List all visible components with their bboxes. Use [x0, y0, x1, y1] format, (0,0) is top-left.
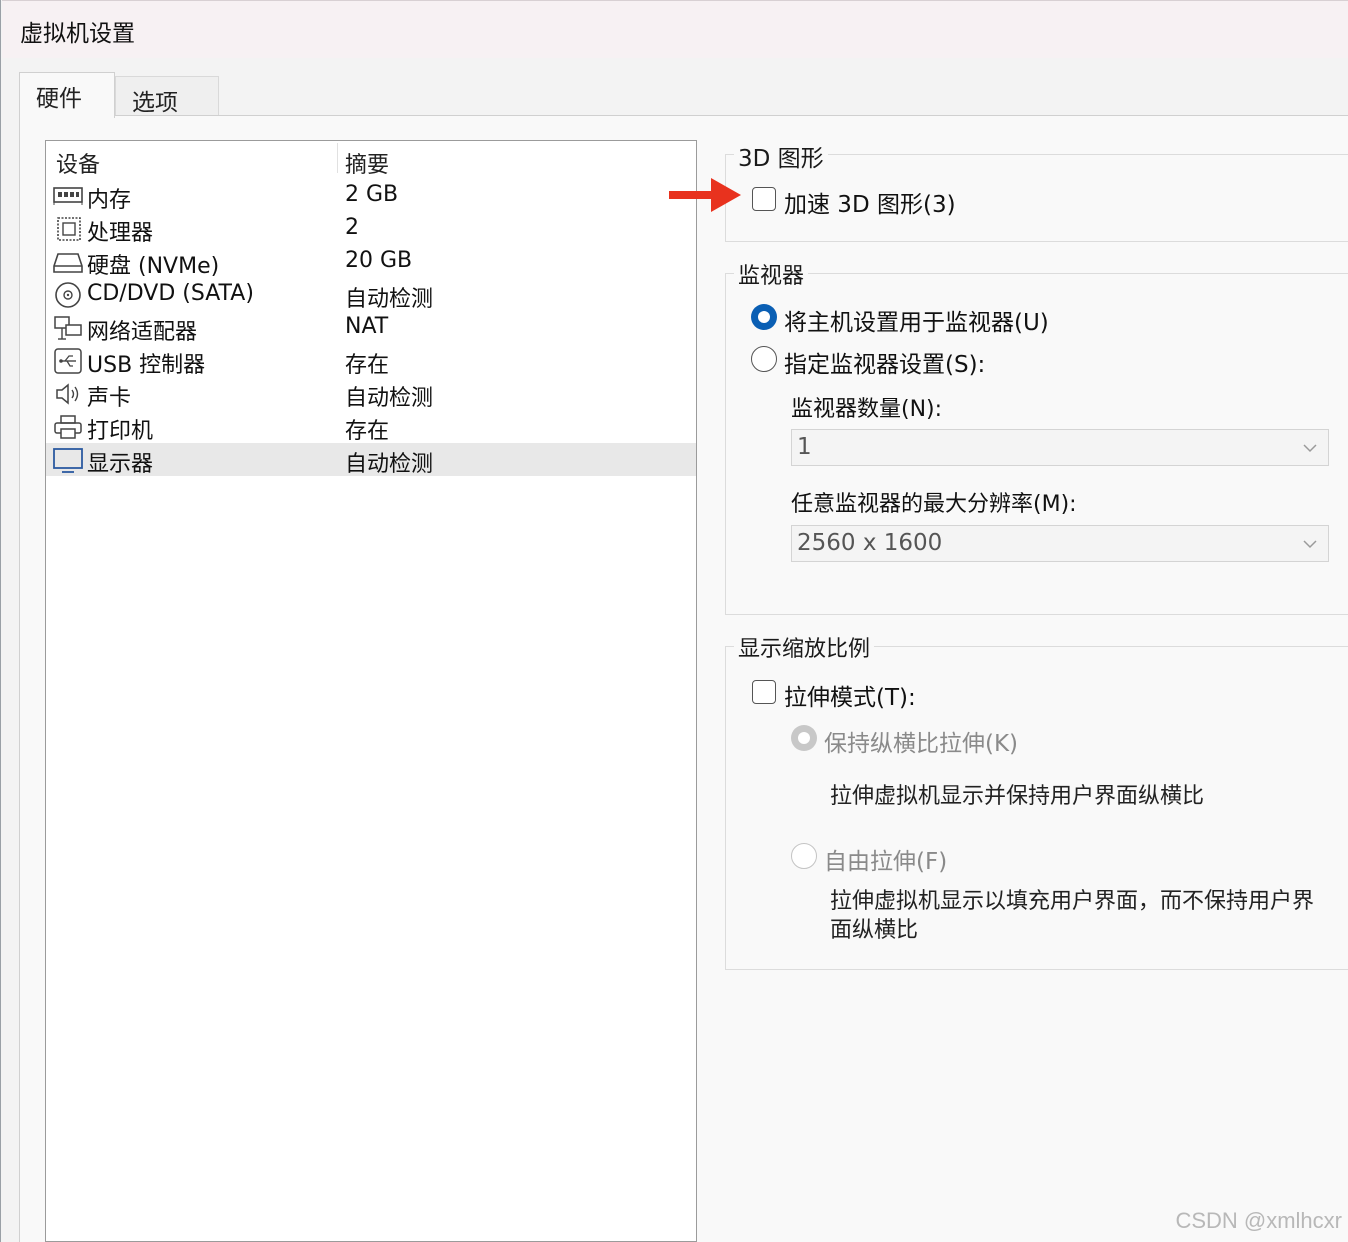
- device-name: 内存: [87, 188, 132, 213]
- network-adapter-icon: [52, 314, 84, 342]
- title-bar: 虚拟机设置: [2, 0, 1348, 58]
- column-divider[interactable]: [337, 143, 338, 173]
- monitor-count-select[interactable]: 1: [791, 429, 1329, 466]
- list-header: 设备 摘要: [46, 141, 696, 179]
- device-summary: 自动检测: [345, 452, 434, 477]
- device-name: 网络适配器: [87, 320, 198, 345]
- device-name: 声卡: [87, 386, 132, 411]
- device-name: CD/DVD (SATA): [87, 281, 254, 306]
- free-stretch-description: 拉伸虚拟机显示以填充用户界面，而不保持用户界面纵横比: [830, 889, 1315, 943]
- group-title-monitor: 监视器: [734, 258, 809, 290]
- device-row-memory[interactable]: 内存 2 GB: [46, 179, 696, 213]
- device-summary: 存在: [345, 419, 390, 444]
- max-resolution-value: 2560 x 1600: [797, 530, 943, 556]
- memory-icon: [52, 182, 84, 210]
- sound-card-icon: [52, 380, 84, 408]
- use-host-monitor-radio[interactable]: [751, 304, 777, 330]
- group-3d-graphics: 3D 图形 加速 3D 图形(3): [725, 139, 1348, 242]
- tab-options[interactable]: 选项: [115, 76, 219, 116]
- device-summary: 自动检测: [345, 386, 434, 411]
- device-row-usb-controller[interactable]: USB 控制器 存在: [46, 344, 696, 378]
- keep-aspect-description: 拉伸虚拟机显示并保持用户界面纵横比: [830, 784, 1205, 809]
- tab-hardware[interactable]: 硬件: [19, 72, 115, 118]
- column-header-summary[interactable]: 摘要: [345, 147, 389, 179]
- device-summary: 存在: [345, 353, 390, 378]
- annotation-arrow-icon: [669, 178, 741, 212]
- device-name: 处理器: [87, 221, 154, 246]
- specify-monitor-radio[interactable]: [751, 346, 777, 372]
- accelerate-3d-checkbox[interactable]: [752, 187, 776, 211]
- device-row-sound-card[interactable]: 声卡 自动检测: [46, 377, 696, 411]
- hard-disk-icon: [52, 248, 84, 276]
- usb-controller-icon: [52, 347, 84, 375]
- chevron-down-icon: [1303, 540, 1317, 549]
- max-resolution-select[interactable]: 2560 x 1600: [791, 525, 1329, 562]
- device-summary: 2 GB: [345, 182, 399, 207]
- device-summary: 20 GB: [345, 248, 413, 273]
- group-title-3d-graphics: 3D 图形: [734, 139, 828, 173]
- group-title-display-scaling: 显示缩放比例: [734, 631, 875, 663]
- monitor-count-label: 监视器数量(N):: [791, 397, 943, 422]
- stretch-mode-label[interactable]: 拉伸模式(T):: [784, 678, 916, 712]
- device-name: 打印机: [87, 419, 154, 444]
- vm-settings-window: 虚拟机设置 硬件 选项 设备 摘要 内存 2 GB 处理器 2 硬盘 (NVMe…: [0, 0, 1348, 1242]
- display-icon: [52, 446, 84, 474]
- device-summary: NAT: [345, 314, 389, 339]
- device-row-network-adapter[interactable]: 网络适配器 NAT: [46, 311, 696, 345]
- device-row-cd-dvd[interactable]: CD/DVD (SATA) 自动检测: [46, 278, 696, 312]
- device-summary: 自动检测: [345, 287, 434, 312]
- chevron-down-icon: [1303, 444, 1317, 453]
- device-row-hard-disk[interactable]: 硬盘 (NVMe) 20 GB: [46, 245, 696, 279]
- keep-aspect-label[interactable]: 保持纵横比拉伸(K): [824, 724, 1018, 758]
- group-monitor: 监视器 将主机设置用于监视器(U) 指定监视器设置(S): 监视器数量(N): …: [725, 258, 1348, 615]
- cd-dvd-icon: [52, 281, 84, 309]
- window-title: 虚拟机设置: [20, 21, 135, 47]
- free-stretch-radio[interactable]: [791, 843, 817, 869]
- column-header-device[interactable]: 设备: [56, 147, 100, 179]
- device-row-display[interactable]: 显示器 自动检测: [46, 443, 696, 477]
- accelerate-3d-label[interactable]: 加速 3D 图形(3): [784, 185, 956, 219]
- watermark: CSDN @xmlhcxr: [1175, 1208, 1342, 1233]
- device-name: 硬盘 (NVMe): [87, 254, 220, 279]
- max-resolution-label: 任意监视器的最大分辨率(M):: [791, 492, 1077, 517]
- stretch-mode-checkbox[interactable]: [752, 680, 776, 704]
- processor-icon: [52, 215, 84, 243]
- monitor-count-value: 1: [797, 434, 812, 460]
- group-display-scaling: 显示缩放比例 拉伸模式(T): 保持纵横比拉伸(K) 拉伸虚拟机显示并保持用户界…: [725, 631, 1348, 970]
- device-summary: 2: [345, 215, 359, 240]
- keep-aspect-radio[interactable]: [791, 725, 817, 751]
- use-host-monitor-label[interactable]: 将主机设置用于监视器(U): [784, 303, 1049, 337]
- device-row-printer[interactable]: 打印机 存在: [46, 410, 696, 444]
- device-row-processor[interactable]: 处理器 2: [46, 212, 696, 246]
- device-name: 显示器: [87, 452, 154, 477]
- specify-monitor-label[interactable]: 指定监视器设置(S):: [784, 345, 985, 379]
- device-list[interactable]: 设备 摘要 内存 2 GB 处理器 2 硬盘 (NVMe) 20 GB CD/D…: [45, 140, 697, 1242]
- free-stretch-label[interactable]: 自由拉伸(F): [824, 842, 947, 876]
- printer-icon: [52, 413, 84, 441]
- device-name: USB 控制器: [87, 353, 206, 378]
